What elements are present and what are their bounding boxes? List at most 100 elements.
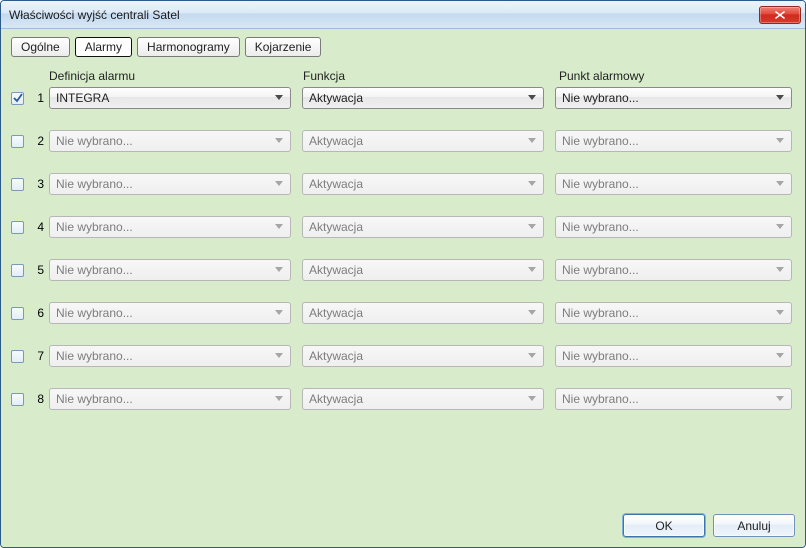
chevron-down-icon: [272, 181, 286, 187]
dialog-footer: OK Anuluj: [11, 504, 795, 537]
chevron-down-icon: [773, 181, 787, 187]
close-icon: [775, 11, 785, 19]
chevron-down-icon: [272, 310, 286, 316]
combo-definition: Nie wybrano...: [49, 259, 291, 281]
combo-alarm-point-label: Nie wybrano...: [562, 263, 773, 277]
header-alarm-point: Punkt alarmowy: [549, 69, 794, 83]
chevron-down-icon: [272, 267, 286, 273]
alarm-row: 4 Nie wybrano... Aktywacja Nie wybrano...: [11, 216, 795, 238]
combo-alarm-point-label: Nie wybrano...: [562, 134, 773, 148]
ok-button-label: OK: [655, 519, 672, 533]
combo-function: Aktywacja: [302, 173, 544, 195]
tab-pairing[interactable]: Kojarzenie: [245, 37, 322, 57]
chevron-down-icon: [773, 138, 787, 144]
header-definition: Definicja alarmu: [49, 69, 299, 83]
row-number: 8: [30, 392, 46, 406]
combo-definition: Nie wybrano...: [49, 173, 291, 195]
chevron-down-icon: [525, 224, 539, 230]
window-title: Właściwości wyjść centrali Satel: [9, 8, 759, 22]
alarm-row: 8 Nie wybrano... Aktywacja Nie wybrano...: [11, 388, 795, 410]
chevron-down-icon: [272, 353, 286, 359]
combo-function: Aktywacja: [302, 216, 544, 238]
combo-definition-label: Nie wybrano...: [56, 220, 272, 234]
combo-definition: Nie wybrano...: [49, 130, 291, 152]
column-headers: Definicja alarmu Funkcja Punkt alarmowy: [11, 69, 795, 87]
row-checkbox[interactable]: [11, 92, 24, 105]
combo-alarm-point: Nie wybrano...: [555, 173, 792, 195]
combo-alarm-point: Nie wybrano...: [555, 388, 792, 410]
alarm-row: 3Nie wybrano...AktywacjaNie wybrano...: [11, 173, 795, 195]
chevron-down-icon: [773, 267, 787, 273]
row-checkbox[interactable]: [11, 135, 24, 148]
combo-alarm-point: Nie wybrano...: [555, 216, 792, 238]
rows-container: 1INTEGRAAktywacjaNie wybrano...2Nie wybr…: [11, 87, 795, 410]
combo-definition: Nie wybrano...: [49, 345, 291, 367]
combo-function-label: Aktywacja: [309, 177, 525, 191]
tab-general[interactable]: Ogólne: [11, 37, 70, 57]
combo-definition-label: Nie wybrano...: [56, 349, 272, 363]
row-checkbox[interactable]: [11, 350, 24, 363]
cancel-button[interactable]: Anuluj: [713, 514, 795, 537]
chevron-down-icon: [525, 267, 539, 273]
chevron-down-icon: [272, 138, 286, 144]
combo-function: Aktywacja: [302, 130, 544, 152]
row-checkbox[interactable]: [11, 221, 24, 234]
combo-function-label: Aktywacja: [309, 220, 525, 234]
combo-function-label: Aktywacja: [309, 349, 525, 363]
alarm-row: 6Nie wybrano...AktywacjaNie wybrano...: [11, 302, 795, 324]
row-number: 5: [30, 263, 46, 277]
chevron-down-icon: [773, 353, 787, 359]
combo-function: Aktywacja: [302, 345, 544, 367]
chevron-down-icon: [525, 396, 539, 402]
combo-definition-label: Nie wybrano...: [56, 392, 272, 406]
row-number: 7: [30, 349, 46, 363]
alarm-row: 5Nie wybrano...AktywacjaNie wybrano...: [11, 259, 795, 281]
combo-alarm-point-label: Nie wybrano...: [562, 177, 773, 191]
combo-definition-label: INTEGRA: [56, 91, 272, 105]
combo-definition[interactable]: INTEGRA: [49, 87, 291, 109]
combo-function[interactable]: Aktywacja: [302, 87, 544, 109]
combo-alarm-point-label: Nie wybrano...: [562, 349, 773, 363]
tab-bar: Ogólne Alarmy Harmonogramy Kojarzenie: [11, 37, 795, 57]
combo-function-label: Aktywacja: [309, 306, 525, 320]
check-icon: [13, 93, 23, 103]
combo-alarm-point-label: Nie wybrano...: [562, 306, 773, 320]
combo-function: Aktywacja: [302, 259, 544, 281]
row-number: 4: [30, 220, 46, 234]
alarm-row: 1INTEGRAAktywacjaNie wybrano...: [11, 87, 795, 109]
combo-alarm-point-label: Nie wybrano...: [562, 91, 773, 105]
combo-function-label: Aktywacja: [309, 263, 525, 277]
combo-function: Aktywacja: [302, 302, 544, 324]
combo-definition-label: Nie wybrano...: [56, 177, 272, 191]
cancel-button-label: Anuluj: [737, 519, 770, 533]
ok-button[interactable]: OK: [623, 514, 705, 537]
tab-alarms[interactable]: Alarmy: [75, 37, 132, 57]
chevron-down-icon: [272, 95, 286, 101]
combo-function-label: Aktywacja: [309, 134, 525, 148]
combo-function-label: Aktywacja: [309, 392, 525, 406]
combo-definition: Nie wybrano...: [49, 302, 291, 324]
close-button[interactable]: [759, 6, 801, 24]
tab-schedules[interactable]: Harmonogramy: [137, 37, 240, 57]
row-checkbox[interactable]: [11, 393, 24, 406]
combo-alarm-point: Nie wybrano...: [555, 130, 792, 152]
alarm-row: 2Nie wybrano...AktywacjaNie wybrano...: [11, 130, 795, 152]
chevron-down-icon: [773, 310, 787, 316]
titlebar: Właściwości wyjść centrali Satel: [1, 1, 805, 29]
client-area: Ogólne Alarmy Harmonogramy Kojarzenie De…: [1, 29, 805, 547]
combo-definition-label: Nie wybrano...: [56, 134, 272, 148]
row-checkbox[interactable]: [11, 307, 24, 320]
dialog-window: Właściwości wyjść centrali Satel Ogólne …: [0, 0, 806, 548]
row-checkbox[interactable]: [11, 264, 24, 277]
combo-function-label: Aktywacja: [309, 91, 525, 105]
chevron-down-icon: [525, 181, 539, 187]
chevron-down-icon: [525, 353, 539, 359]
row-number: 6: [30, 306, 46, 320]
chevron-down-icon: [525, 310, 539, 316]
chevron-down-icon: [773, 224, 787, 230]
combo-alarm-point: Nie wybrano...: [555, 259, 792, 281]
chevron-down-icon: [272, 396, 286, 402]
row-checkbox[interactable]: [11, 178, 24, 191]
combo-alarm-point[interactable]: Nie wybrano...: [555, 87, 792, 109]
chevron-down-icon: [773, 95, 787, 101]
